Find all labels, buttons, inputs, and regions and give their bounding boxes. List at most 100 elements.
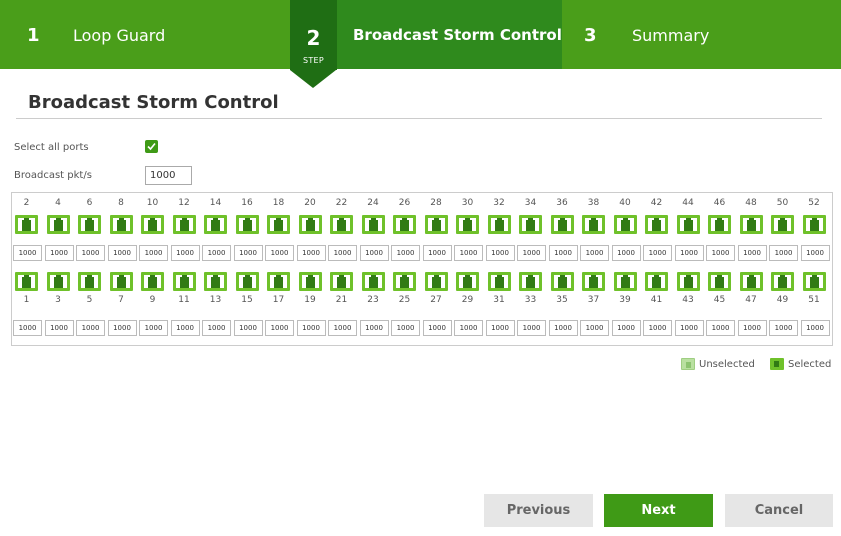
- ethernet-port-icon[interactable]: [78, 272, 101, 291]
- ethernet-port-icon[interactable]: [645, 215, 668, 234]
- port-rate-input[interactable]: [737, 320, 767, 336]
- ethernet-port-icon[interactable]: [771, 272, 794, 291]
- port-rate-input[interactable]: [265, 320, 294, 336]
- port-rate-input[interactable]: [706, 245, 735, 261]
- port-rate-input[interactable]: [139, 320, 168, 336]
- port-rate-input[interactable]: [359, 320, 389, 336]
- ethernet-port-icon[interactable]: [15, 215, 38, 234]
- ethernet-port-icon[interactable]: [645, 272, 668, 291]
- ethernet-port-icon[interactable]: [708, 272, 731, 291]
- ethernet-port-icon[interactable]: [393, 272, 416, 291]
- port-rate-input[interactable]: [170, 245, 200, 261]
- select-all-ports-checkbox[interactable]: [145, 140, 158, 153]
- ethernet-port-icon[interactable]: [267, 272, 290, 291]
- port-rate-input[interactable]: [800, 245, 830, 261]
- ethernet-port-icon[interactable]: [46, 272, 70, 291]
- port-rate-input[interactable]: [13, 245, 42, 261]
- ethernet-port-icon[interactable]: [802, 272, 826, 291]
- port-rate-input[interactable]: [328, 245, 357, 261]
- port-rate-input[interactable]: [580, 320, 609, 336]
- ethernet-port-icon[interactable]: [519, 272, 542, 291]
- port-rate-input[interactable]: [548, 320, 578, 336]
- ethernet-port-icon[interactable]: [109, 215, 133, 234]
- port-rate-input[interactable]: [44, 320, 74, 336]
- port-rate-input[interactable]: [107, 245, 137, 261]
- port-rate-input[interactable]: [422, 245, 452, 261]
- ethernet-port-icon[interactable]: [582, 272, 605, 291]
- port-rate-input[interactable]: [517, 245, 546, 261]
- ethernet-port-icon[interactable]: [330, 215, 353, 234]
- ethernet-port-icon[interactable]: [361, 215, 385, 234]
- ethernet-port-icon[interactable]: [802, 215, 826, 234]
- ethernet-port-icon[interactable]: [519, 215, 542, 234]
- ethernet-port-icon[interactable]: [204, 215, 227, 234]
- port-rate-input[interactable]: [611, 320, 641, 336]
- ethernet-port-icon[interactable]: [109, 272, 133, 291]
- ethernet-port-icon[interactable]: [235, 215, 259, 234]
- port-rate-input[interactable]: [76, 320, 105, 336]
- port-rate-input[interactable]: [611, 245, 641, 261]
- ethernet-port-icon[interactable]: [550, 272, 574, 291]
- port-rate-input[interactable]: [800, 320, 830, 336]
- port-rate-input[interactable]: [328, 320, 357, 336]
- ethernet-port-icon[interactable]: [235, 272, 259, 291]
- port-rate-input[interactable]: [296, 245, 326, 261]
- port-rate-input[interactable]: [674, 320, 704, 336]
- ethernet-port-icon[interactable]: [771, 215, 794, 234]
- port-rate-input[interactable]: [107, 320, 137, 336]
- broadcast-pkts-input[interactable]: [145, 166, 192, 185]
- cancel-button[interactable]: Cancel: [725, 494, 833, 527]
- port-rate-input[interactable]: [296, 320, 326, 336]
- port-rate-input[interactable]: [485, 320, 515, 336]
- ethernet-port-icon[interactable]: [613, 215, 637, 234]
- ethernet-port-icon[interactable]: [676, 272, 700, 291]
- ethernet-port-icon[interactable]: [739, 215, 763, 234]
- port-rate-input[interactable]: [139, 245, 168, 261]
- ethernet-port-icon[interactable]: [141, 272, 164, 291]
- port-rate-input[interactable]: [517, 320, 546, 336]
- ethernet-port-icon[interactable]: [487, 215, 511, 234]
- port-rate-input[interactable]: [737, 245, 767, 261]
- port-rate-input[interactable]: [674, 245, 704, 261]
- ethernet-port-icon[interactable]: [141, 215, 164, 234]
- ethernet-port-icon[interactable]: [487, 272, 511, 291]
- port-rate-input[interactable]: [233, 320, 263, 336]
- port-rate-input[interactable]: [454, 320, 483, 336]
- ethernet-port-icon[interactable]: [78, 215, 101, 234]
- ethernet-port-icon[interactable]: [739, 272, 763, 291]
- port-rate-input[interactable]: [76, 245, 105, 261]
- ethernet-port-icon[interactable]: [15, 272, 38, 291]
- ethernet-port-icon[interactable]: [298, 215, 322, 234]
- port-rate-input[interactable]: [44, 245, 74, 261]
- ethernet-port-icon[interactable]: [708, 215, 731, 234]
- ethernet-port-icon[interactable]: [298, 272, 322, 291]
- port-rate-input[interactable]: [643, 320, 672, 336]
- ethernet-port-icon[interactable]: [613, 272, 637, 291]
- port-rate-input[interactable]: [769, 245, 798, 261]
- port-rate-input[interactable]: [422, 320, 452, 336]
- previous-button[interactable]: Previous: [484, 494, 593, 527]
- port-rate-input[interactable]: [580, 245, 609, 261]
- port-rate-input[interactable]: [485, 245, 515, 261]
- port-rate-input[interactable]: [391, 320, 420, 336]
- port-rate-input[interactable]: [170, 320, 200, 336]
- ethernet-port-icon[interactable]: [456, 215, 479, 234]
- port-rate-input[interactable]: [643, 245, 672, 261]
- port-rate-input[interactable]: [202, 245, 231, 261]
- ethernet-port-icon[interactable]: [582, 215, 605, 234]
- port-rate-input[interactable]: [706, 320, 735, 336]
- ethernet-port-icon[interactable]: [361, 272, 385, 291]
- ethernet-port-icon[interactable]: [424, 272, 448, 291]
- port-rate-input[interactable]: [548, 245, 578, 261]
- port-rate-input[interactable]: [265, 245, 294, 261]
- next-button[interactable]: Next: [604, 494, 713, 527]
- ethernet-port-icon[interactable]: [267, 215, 290, 234]
- ethernet-port-icon[interactable]: [393, 215, 416, 234]
- port-rate-input[interactable]: [13, 320, 42, 336]
- ethernet-port-icon[interactable]: [330, 272, 353, 291]
- port-rate-input[interactable]: [769, 320, 798, 336]
- ethernet-port-icon[interactable]: [676, 215, 700, 234]
- ethernet-port-icon[interactable]: [172, 272, 196, 291]
- ethernet-port-icon[interactable]: [550, 215, 574, 234]
- port-rate-input[interactable]: [359, 245, 389, 261]
